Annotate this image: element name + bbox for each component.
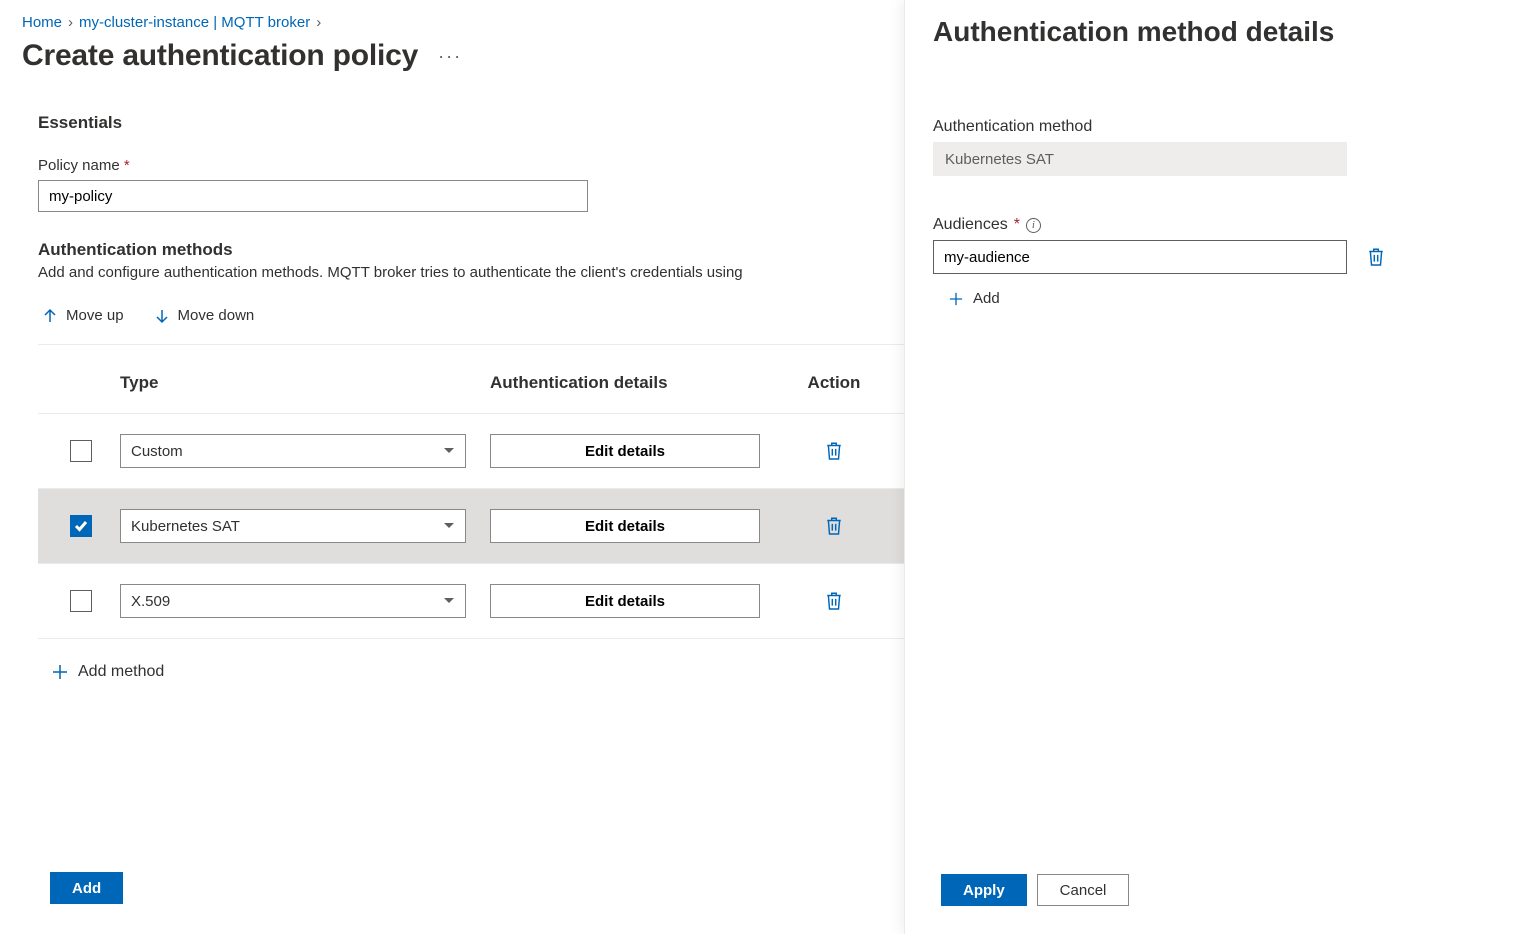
auth-method-field: Authentication method: [933, 118, 1494, 176]
essentials-section: Essentials Policy name *: [22, 113, 904, 212]
apply-button[interactable]: Apply: [941, 874, 1027, 906]
trash-icon: [825, 441, 843, 461]
col-details: Authentication details: [490, 373, 790, 393]
move-down-button[interactable]: Move down: [150, 305, 259, 326]
audiences-section: Audiences * i Add: [933, 216, 1494, 309]
page-title: Create authentication policy: [22, 39, 418, 73]
essentials-heading: Essentials: [38, 113, 904, 133]
breadcrumb: Home › my-cluster-instance | MQTT broker…: [22, 14, 904, 31]
add-method-button[interactable]: Add method: [38, 661, 168, 683]
auth-method-label: Authentication method: [933, 118, 1494, 136]
table-row: Custom Edit details: [38, 414, 904, 489]
breadcrumb-home[interactable]: Home: [22, 14, 62, 31]
audience-input[interactable]: [933, 240, 1347, 274]
delete-button[interactable]: [825, 441, 843, 461]
row-checkbox[interactable]: [70, 590, 92, 612]
panel-title: Authentication method details: [933, 16, 1494, 48]
audiences-label: Audiences * i: [933, 216, 1494, 234]
auth-methods-table: Type Authentication details Action Custo…: [38, 373, 904, 639]
arrow-down-icon: [154, 308, 170, 324]
chevron-down-icon: [443, 595, 455, 607]
table-row: X.509 Edit details: [38, 564, 904, 639]
row-checkbox[interactable]: [70, 440, 92, 462]
details-panel: Authentication method details Authentica…: [904, 0, 1522, 934]
plus-icon: [52, 664, 68, 680]
delete-button[interactable]: [825, 516, 843, 536]
col-type: Type: [120, 373, 490, 393]
type-dropdown[interactable]: X.509: [120, 584, 466, 618]
auth-methods-heading: Authentication methods: [38, 240, 904, 260]
breadcrumb-path[interactable]: my-cluster-instance | MQTT broker: [79, 14, 310, 31]
col-action: Action: [790, 373, 878, 393]
edit-details-button[interactable]: Edit details: [490, 509, 760, 543]
toolbar: Move up Move down: [38, 305, 904, 345]
plus-icon: [949, 292, 963, 306]
row-checkbox[interactable]: [70, 515, 92, 537]
delete-button[interactable]: [825, 591, 843, 611]
main-panel: Home › my-cluster-instance | MQTT broker…: [0, 0, 904, 934]
chevron-right-icon: ›: [68, 14, 73, 31]
type-dropdown[interactable]: Kubernetes SAT: [120, 509, 466, 543]
info-icon[interactable]: i: [1026, 218, 1041, 233]
table-row: Kubernetes SAT Edit details: [38, 489, 904, 564]
chevron-right-icon: ›: [316, 14, 321, 31]
policy-name-input[interactable]: [38, 180, 588, 212]
delete-audience-button[interactable]: [1367, 247, 1385, 267]
trash-icon: [825, 516, 843, 536]
trash-icon: [825, 591, 843, 611]
cancel-button[interactable]: Cancel: [1037, 874, 1130, 906]
add-audience-button[interactable]: Add: [933, 288, 1004, 309]
arrow-up-icon: [42, 308, 58, 324]
check-icon: [74, 519, 88, 533]
more-actions-button[interactable]: ···: [438, 46, 462, 67]
chevron-down-icon: [443, 520, 455, 532]
auth-methods-description: Add and configure authentication methods…: [38, 264, 904, 281]
add-button[interactable]: Add: [50, 872, 123, 904]
auth-method-input: [933, 142, 1347, 176]
edit-details-button[interactable]: Edit details: [490, 434, 760, 468]
move-up-button[interactable]: Move up: [38, 305, 128, 326]
chevron-down-icon: [443, 445, 455, 457]
trash-icon: [1367, 247, 1385, 267]
policy-name-label: Policy name *: [38, 157, 904, 174]
type-dropdown[interactable]: Custom: [120, 434, 466, 468]
audience-row: [933, 240, 1494, 274]
edit-details-button[interactable]: Edit details: [490, 584, 760, 618]
